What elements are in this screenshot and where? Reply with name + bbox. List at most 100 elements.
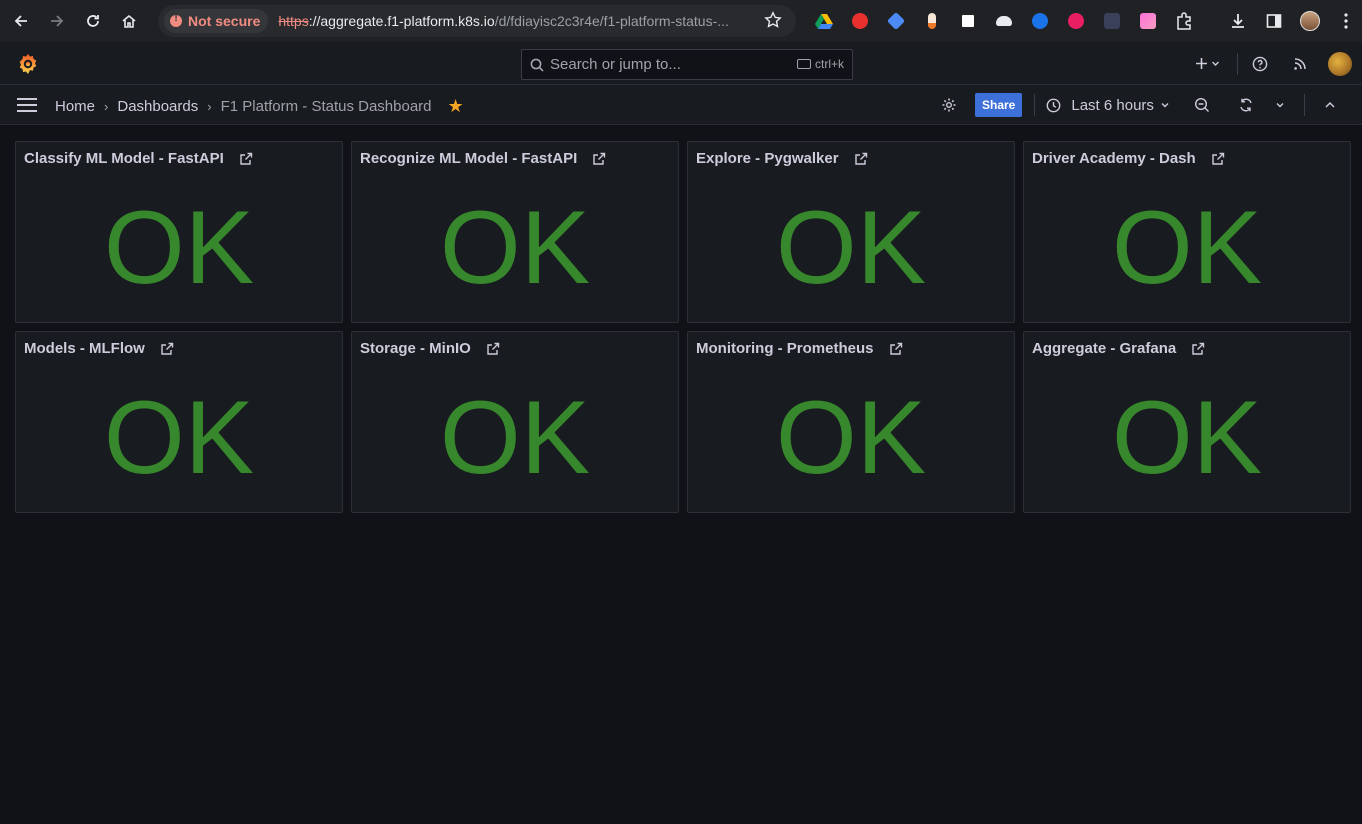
status-panel[interactable]: Recognize ML Model - FastAPI OK (351, 141, 679, 323)
new-menu-button[interactable] (1187, 57, 1227, 70)
hand-stop-icon (852, 13, 868, 29)
url-text[interactable]: https://aggregate.f1-platform.k8s.io/d/f… (278, 13, 753, 29)
address-bar[interactable]: Not secure https://aggregate.f1-platform… (158, 5, 796, 37)
zoom-out-icon (1194, 97, 1209, 112)
external-link-icon[interactable] (239, 152, 253, 166)
reload-icon (87, 15, 99, 27)
google-drive-extension[interactable] (806, 6, 842, 36)
grafana-top-bar: Search or jump to... ctrl+k (0, 42, 1362, 85)
zoom-out-button[interactable] (1190, 97, 1214, 113)
breadcrumb-home[interactable]: Home (55, 98, 95, 115)
external-link-icon[interactable] (160, 342, 174, 356)
status-panel[interactable]: Aggregate - Grafana OK (1023, 331, 1351, 513)
keyboard-icon (796, 59, 811, 69)
arrow-right-icon (51, 15, 64, 27)
panel-title-text: Explore - Pygwalker (696, 150, 839, 167)
bookmark-star-icon[interactable] (764, 11, 782, 29)
status-panel[interactable]: Models - MLFlow OK (15, 331, 343, 513)
cloud-extension[interactable] (986, 6, 1022, 36)
external-link-icon[interactable] (592, 152, 606, 166)
profile-avatar (1300, 11, 1320, 31)
k-extension[interactable] (1094, 6, 1130, 36)
search-icon (530, 58, 544, 72)
panel-title[interactable]: Explore - Pygwalker (696, 150, 868, 167)
time-range-picker[interactable]: Last 6 hours (1046, 97, 1170, 114)
status-value: OK (1111, 190, 1263, 306)
panel-title[interactable]: Models - MLFlow (24, 340, 174, 357)
refresh-button[interactable] (1234, 97, 1258, 113)
gradient-square-icon (1140, 13, 1156, 29)
collapse-toolbar-button[interactable] (1305, 99, 1355, 111)
home-button[interactable] (111, 3, 147, 39)
side-panel-button[interactable] (1256, 6, 1292, 36)
browser-actions (1220, 6, 1362, 36)
dashboard-controls: Share Last 6 hours (940, 85, 1355, 125)
panel-title-text: Aggregate - Grafana (1032, 340, 1177, 357)
reload-button[interactable] (75, 3, 111, 39)
external-link-icon[interactable] (1211, 152, 1225, 166)
chevron-right-icon: › (207, 99, 212, 114)
browser-menu-button[interactable] (1328, 6, 1362, 36)
back-button[interactable] (3, 3, 39, 39)
panel-title[interactable]: Classify ML Model - FastAPI (24, 150, 253, 167)
status-panel[interactable]: Storage - MinIO OK (351, 331, 679, 513)
url-host: ://aggregate.f1-platform.k8s.io (308, 13, 495, 29)
status-panel[interactable]: Explore - Pygwalker OK (687, 141, 1015, 323)
search-input[interactable]: Search or jump to... ctrl+k (521, 49, 853, 80)
help-button[interactable] (1238, 56, 1282, 72)
external-link-icon[interactable] (854, 152, 868, 166)
downloads-button[interactable] (1220, 6, 1256, 36)
news-feed-button[interactable] (1282, 57, 1318, 71)
menu-icon[interactable] (17, 98, 37, 112)
security-indicator[interactable]: Not secure (164, 9, 269, 33)
browser-toolbar: Not secure https://aggregate.f1-platform… (0, 0, 1362, 42)
status-panel[interactable]: Classify ML Model - FastAPI OK (15, 141, 343, 323)
panel-title[interactable]: Driver Academy - Dash (1032, 150, 1225, 167)
external-link-icon[interactable] (486, 342, 500, 356)
extensions-bar (806, 6, 1202, 36)
sync-extension[interactable] (1022, 6, 1058, 36)
panel-title[interactable]: Aggregate - Grafana (1032, 340, 1205, 357)
grafana-logo-icon[interactable] (16, 52, 40, 76)
puzzle-icon (1177, 12, 1191, 30)
favorite-star-icon[interactable]: ★ (448, 96, 464, 117)
breadcrumb-dashboards[interactable]: Dashboards (117, 98, 198, 115)
external-link-icon[interactable] (889, 342, 903, 356)
adblock-extension[interactable] (842, 6, 878, 36)
status-value: OK (103, 380, 255, 496)
time-range-label: Last 6 hours (1071, 96, 1154, 114)
extensions-menu[interactable] (1166, 6, 1202, 36)
refresh-interval-button[interactable] (1268, 100, 1292, 110)
share-button[interactable]: Share (975, 93, 1023, 117)
google-drive-icon (815, 14, 833, 29)
capsule-icon (928, 13, 936, 29)
status-value: OK (439, 190, 591, 306)
side-panel-icon (1266, 14, 1282, 28)
user-profile-button[interactable] (1318, 51, 1362, 76)
forward-button[interactable] (39, 3, 75, 39)
status-value: OK (103, 190, 255, 306)
panel-title[interactable]: Storage - MinIO (360, 340, 500, 357)
plus-icon (1195, 58, 1207, 69)
status-panel[interactable]: Monitoring - Prometheus OK (687, 331, 1015, 513)
panel-title[interactable]: Recognize ML Model - FastAPI (360, 150, 606, 167)
chevron-up-icon (1325, 101, 1335, 108)
chevron-down-icon (1161, 103, 1169, 108)
capsule-extension[interactable] (914, 6, 950, 36)
notion-icon (960, 13, 976, 29)
divider (1034, 94, 1036, 116)
top-bar-actions (1187, 42, 1362, 85)
notion-extension[interactable] (950, 6, 986, 36)
chevron-down-icon (1211, 61, 1219, 66)
profile-button[interactable] (1292, 6, 1328, 36)
t-logo-icon (1068, 13, 1084, 29)
dashboard-settings-button[interactable] (940, 97, 958, 113)
gradient-extension[interactable] (1130, 6, 1166, 36)
arrow-left-icon (14, 15, 27, 27)
status-panel[interactable]: Driver Academy - Dash OK (1023, 141, 1351, 323)
panel-title[interactable]: Monitoring - Prometheus (696, 340, 903, 357)
sync-icon (1032, 13, 1048, 29)
external-link-icon[interactable] (1191, 342, 1205, 356)
pink-extension[interactable] (1058, 6, 1094, 36)
tab-manager-extension[interactable] (878, 6, 914, 36)
